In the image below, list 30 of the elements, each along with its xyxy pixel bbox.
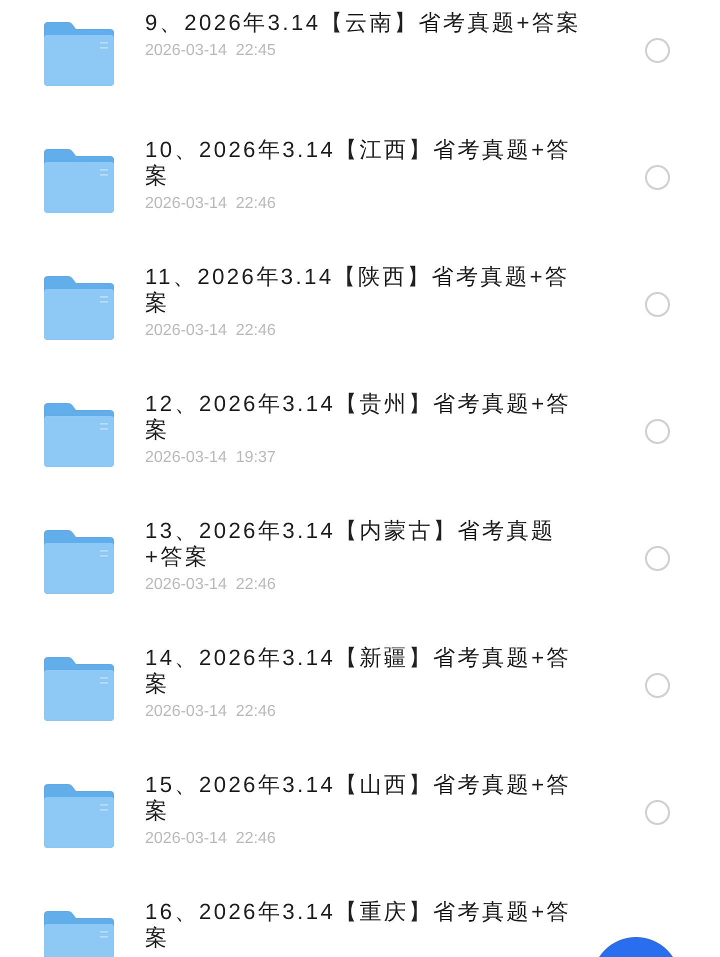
select-radio[interactable] — [645, 546, 670, 571]
file-name[interactable]: 11、2026年3.14【陕西】省考真题+答案 — [145, 264, 585, 316]
folder-icon — [42, 782, 116, 850]
file-name[interactable]: 10、2026年3.14【江西】省考真题+答案 — [145, 137, 585, 189]
folder-icon — [42, 274, 116, 342]
modified-date: 2026-03-14 22:46 — [145, 321, 277, 341]
file-name[interactable]: 9、2026年3.14【云南】省考真题+答案 — [145, 10, 585, 36]
file-name[interactable]: 13、2026年3.14【内蒙古】省考真题+答案 — [145, 518, 585, 570]
modified-date: 2026-03-14 22:46 — [145, 702, 277, 722]
select-radio[interactable] — [645, 419, 670, 444]
modified-date: 2026-03-14 22:45 — [145, 41, 277, 61]
file-name[interactable]: 16、2026年3.14【重庆】省考真题+答案 — [145, 899, 585, 951]
select-radio[interactable] — [645, 165, 670, 190]
modified-date: 2026-03-14 22:46 — [145, 829, 277, 849]
modified-date: 2026-03-14 22:46 — [145, 194, 277, 214]
folder-icon — [42, 655, 116, 723]
select-radio[interactable] — [645, 292, 670, 317]
modified-date: 2026-03-14 22:46 — [145, 575, 277, 595]
file-name[interactable]: 15、2026年3.14【山西】省考真题+答案 — [145, 772, 585, 824]
select-radio[interactable] — [645, 800, 670, 825]
file-name[interactable]: 12、2026年3.14【贵州】省考真题+答案 — [145, 391, 585, 443]
modified-date: 2026-03-14 19:37 — [145, 448, 277, 468]
select-radio[interactable] — [645, 673, 670, 698]
file-name[interactable]: 14、2026年3.14【新疆】省考真题+答案 — [145, 645, 585, 697]
folder-icon — [42, 401, 116, 469]
folder-icon — [42, 909, 116, 957]
select-radio[interactable] — [645, 38, 670, 63]
folder-icon — [42, 147, 116, 215]
folder-icon — [42, 528, 116, 596]
folder-icon — [42, 20, 116, 88]
